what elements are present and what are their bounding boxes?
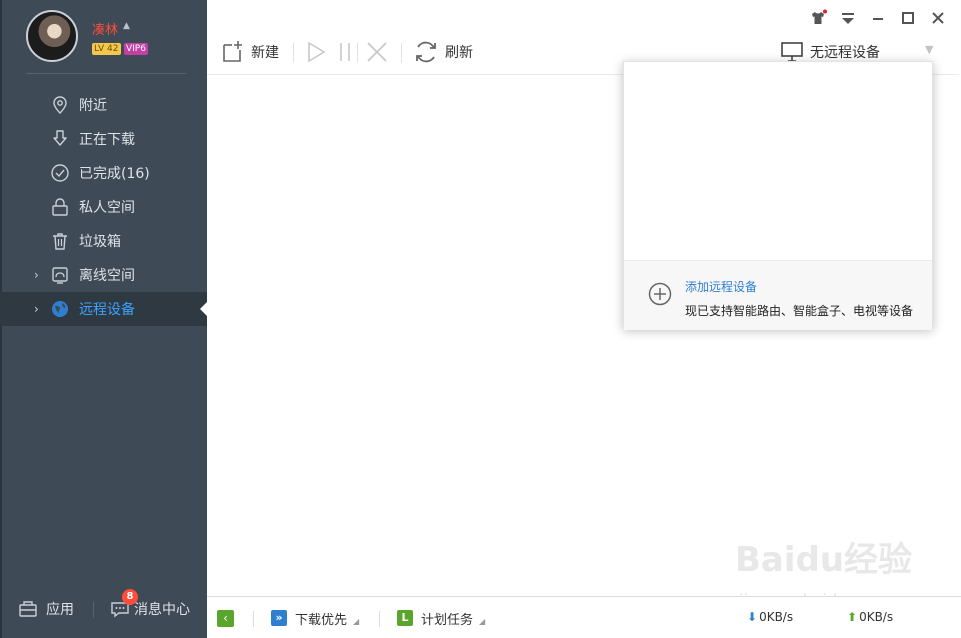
sidebar-item-label: 已完成(16) — [79, 166, 150, 182]
play-icon — [308, 41, 326, 63]
close-button[interactable] — [929, 9, 947, 27]
sidebar-item-remote-devices[interactable]: › 远程设备 — [0, 292, 207, 326]
main-menu-button[interactable] — [839, 9, 857, 27]
arrow-up-icon: ⬆ — [847, 610, 858, 624]
message-center-label: 消息中心 — [134, 602, 190, 618]
pause-button[interactable] — [337, 38, 353, 66]
level-badge: LV 42 — [92, 43, 121, 55]
status-bar: ‹ » 下载优先 ◢ L 计划任务 ◢ ⬇ 0KB/s ⬆ 0KB/s — [207, 596, 961, 638]
maximize-icon — [902, 12, 914, 24]
pause-icon — [340, 43, 350, 61]
toolbar-separator — [293, 43, 294, 63]
maximize-button[interactable] — [899, 9, 917, 27]
sidebar-item-private-space[interactable]: 私人空间 — [0, 190, 207, 224]
minimize-icon — [873, 18, 883, 20]
upload-speed-value: 0KB/s — [859, 610, 894, 624]
watermark-text: Baidu经验 — [735, 540, 913, 580]
caret-icon: ◢ — [353, 616, 360, 626]
offline-space-icon — [52, 267, 68, 284]
download-speed: ⬇ 0KB/s — [747, 610, 793, 624]
delete-x-icon — [367, 42, 387, 62]
toolbar-separator — [357, 43, 358, 63]
chevron-right-icon[interactable]: › — [34, 302, 44, 316]
sidebar-item-label: 附近 — [79, 98, 107, 114]
sidebar-item-label: 垃圾箱 — [79, 234, 121, 250]
remote-device-dropdown: 添加远程设备 现已支持智能路由、智能盒子、电视等设备 — [623, 61, 933, 330]
add-remote-device-description: 现已支持智能路由、智能盒子、电视等设备 — [685, 304, 914, 318]
download-icon — [53, 130, 67, 146]
scheduled-tasks-label: 计划任务 — [421, 612, 474, 628]
caret-icon: ◢ — [479, 616, 486, 626]
apps-label: 应用 — [46, 602, 74, 618]
menu-dropdown-icon — [842, 13, 854, 24]
vip-badge: VIP6 — [124, 43, 148, 55]
double-down-icon: » — [271, 610, 287, 626]
new-task-label: 新建 — [251, 45, 279, 61]
globe-icon — [52, 301, 68, 317]
window-controls — [809, 9, 947, 27]
lock-icon — [52, 198, 68, 216]
clock-icon: L — [397, 610, 413, 626]
new-file-icon — [223, 41, 242, 62]
toolbar-separator — [401, 43, 402, 63]
download-priority-button[interactable]: » 下载优先 ◢ — [271, 609, 360, 628]
close-icon — [932, 12, 944, 24]
location-pin-icon — [53, 96, 67, 114]
statusbar-separator — [253, 611, 254, 627]
sidebar-item-completed[interactable]: 已完成(16) — [0, 156, 207, 190]
scheduled-tasks-button[interactable]: L 计划任务 ◢ — [397, 609, 486, 628]
refresh-icon — [416, 41, 436, 63]
sidebar-item-label: 私人空间 — [79, 200, 135, 216]
start-button[interactable] — [305, 38, 327, 66]
add-remote-device-link[interactable]: 添加远程设备 — [685, 278, 757, 295]
bottom-divider — [93, 602, 94, 618]
chevron-right-icon[interactable]: › — [34, 268, 44, 282]
avatar[interactable] — [26, 10, 78, 62]
sidebar-bottom-bar: 应用 消息中心 8 — [0, 589, 207, 630]
trash-icon — [53, 233, 67, 250]
sidebar-item-downloading[interactable]: 正在下载 — [0, 122, 207, 156]
refresh-label: 刷新 — [445, 45, 473, 61]
add-circle-icon[interactable] — [648, 282, 672, 306]
remote-device-label: 无远程设备 — [810, 45, 880, 61]
check-circle-icon — [51, 164, 69, 182]
message-count-badge: 8 — [122, 589, 138, 605]
sidebar-item-trash[interactable]: 垃圾箱 — [0, 224, 207, 258]
statusbar-separator — [379, 611, 380, 627]
tshirt-icon — [812, 9, 827, 24]
sidebar-item-label: 正在下载 — [79, 132, 135, 148]
message-center-button[interactable]: 消息中心 — [110, 598, 190, 620]
arrow-down-icon: ⬇ — [747, 610, 758, 624]
sidebar-item-offline-space[interactable]: › 离线空间 — [0, 258, 207, 292]
apps-icon — [19, 601, 37, 617]
sidebar-item-label: 远程设备 — [79, 302, 135, 318]
upload-speed: ⬆ 0KB/s — [847, 610, 893, 624]
add-remote-device-row[interactable]: 添加远程设备 现已支持智能路由、智能盒子、电视等设备 — [624, 260, 932, 330]
sidebar-item-label: 离线空间 — [79, 268, 135, 284]
chevron-down-icon[interactable]: ▼ — [925, 43, 933, 56]
download-speed-value: 0KB/s — [759, 610, 794, 624]
new-task-button[interactable]: 新建 — [221, 38, 279, 66]
minimize-button[interactable] — [869, 9, 887, 27]
collapse-sidebar-button[interactable]: ‹ — [217, 610, 234, 627]
chevron-left-icon: ‹ — [223, 611, 228, 625]
download-priority-label: 下载优先 — [295, 612, 348, 628]
delete-button[interactable] — [365, 38, 389, 66]
sidebar: 凑林 ▲ LV 42 VIP6 附近 正在下载 已完成(16) 私人空间 垃圾箱… — [0, 0, 207, 638]
skin-button[interactable] — [809, 9, 827, 27]
monitor-icon — [781, 42, 803, 62]
refresh-button[interactable]: 刷新 — [413, 38, 473, 66]
sidebar-divider — [26, 73, 186, 74]
username[interactable]: 凑林 — [92, 19, 118, 38]
apps-button[interactable]: 应用 — [18, 598, 74, 620]
sidebar-item-nearby[interactable]: 附近 — [0, 88, 207, 122]
device-list — [624, 62, 932, 260]
user-menu-caret-icon[interactable]: ▲ — [123, 21, 130, 31]
